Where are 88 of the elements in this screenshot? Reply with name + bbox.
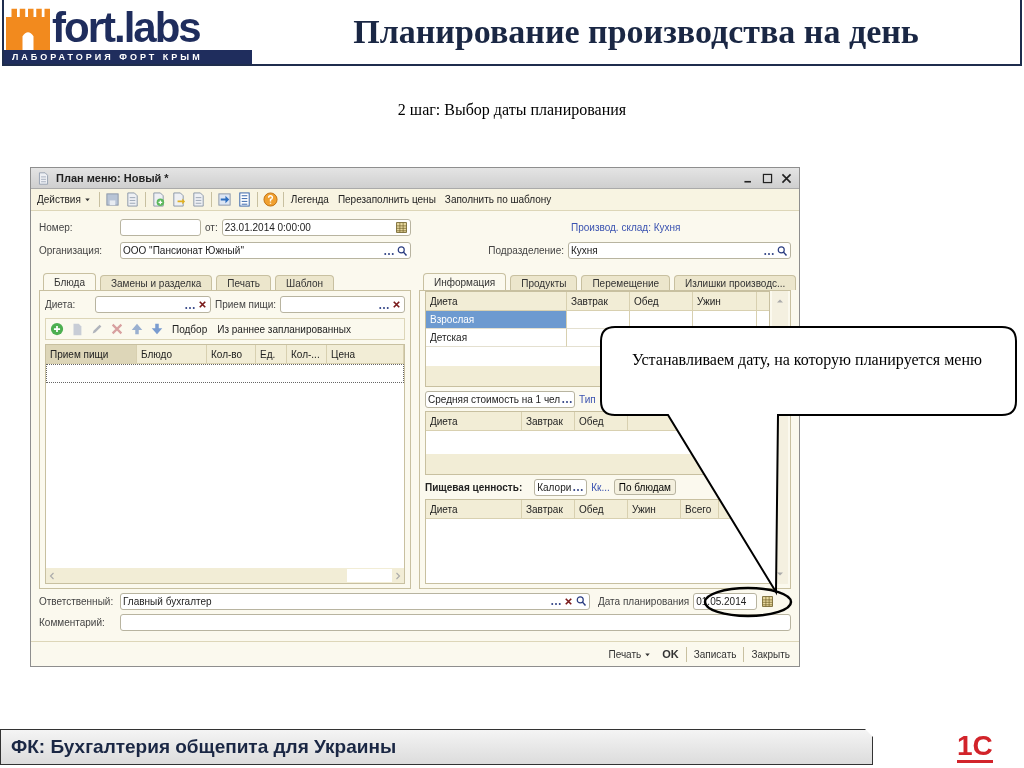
nutrition-select[interactable]: Калори	[534, 478, 588, 496]
column-header[interactable]: Обед	[630, 292, 693, 310]
tab[interactable]: Печать	[216, 275, 272, 290]
horizontal-scrollbar[interactable]	[46, 568, 404, 583]
field-label: Дата планирования	[598, 595, 690, 607]
column-header[interactable]: Цена	[327, 345, 404, 363]
column-header[interactable]: Диета	[426, 500, 522, 518]
list-icon[interactable]	[236, 192, 252, 207]
clear-icon[interactable]	[197, 299, 208, 310]
add-icon[interactable]	[50, 322, 64, 336]
maximize-icon[interactable]	[761, 171, 774, 185]
meal-field[interactable]	[280, 296, 405, 313]
column-header[interactable]: Завтрак	[522, 412, 575, 430]
caret-icon	[82, 195, 92, 204]
actions-menu-button[interactable]: Действия	[35, 194, 94, 205]
toolbar-button[interactable]: Подбор	[170, 323, 210, 335]
tab[interactable]: Информация	[423, 273, 507, 290]
number-field[interactable]	[120, 219, 201, 236]
responsible-field[interactable]: Главный бухгалтер	[120, 592, 590, 610]
down-arrow-icon[interactable]	[150, 322, 164, 336]
by-dishes-button[interactable]: По блюдам	[613, 479, 676, 495]
search-icon[interactable]	[575, 595, 587, 607]
diet-field[interactable]	[95, 296, 211, 313]
field-label: Номер:	[39, 222, 74, 233]
organization-field[interactable]: ООО "Пансионат Южный"	[120, 242, 411, 259]
tab[interactable]: Продукты	[510, 275, 578, 290]
slide-title: Планирование производства на день	[352, 13, 920, 51]
field-label: Организация:	[39, 245, 104, 256]
clear-icon[interactable]	[391, 299, 402, 310]
tab[interactable]: Блюда	[43, 273, 96, 290]
field-label: Диета:	[45, 299, 77, 310]
column-header[interactable]: Диета	[426, 292, 567, 310]
date-field[interactable]: 23.01.2014 0:00:00	[221, 219, 411, 236]
footer-button[interactable]: Печать	[605, 648, 656, 660]
column-header[interactable]: Завтрак	[522, 500, 575, 518]
callout-text: Устанавливаем дату, на которую планируется меню	[631, 350, 983, 370]
step-caption: 2 шаг: Выбор даты планирования	[397, 101, 627, 118]
column-header[interactable]: Прием пищи	[46, 345, 137, 363]
column-header[interactable]: Кол-...	[287, 345, 327, 363]
field-label: от:	[205, 222, 218, 233]
column-header[interactable]: Диета	[426, 412, 522, 430]
comment-field[interactable]	[120, 613, 791, 631]
toolbar-button[interactable]: Легенда	[288, 194, 331, 205]
nutrition-label: Пищевая ценность:	[425, 481, 523, 493]
toolbar-button[interactable]: Из раннее запланированных	[215, 323, 354, 335]
close-icon[interactable]	[780, 171, 793, 185]
column-header[interactable]: Блюдо	[137, 345, 207, 363]
table-cell[interactable]: Детская	[426, 329, 567, 347]
toolbar-button[interactable]: Перезаполнить цены	[335, 194, 438, 205]
castle-icon	[6, 6, 50, 50]
footer-button[interactable]: Закрыть	[748, 648, 793, 660]
scrollbar-thumb[interactable]	[347, 569, 392, 582]
logo-wordmark: fort.labs	[52, 6, 200, 50]
column-header[interactable]: Кол-во	[207, 345, 256, 363]
cost-select[interactable]: Средняя стоимость на 1 чел	[425, 390, 575, 408]
search-icon[interactable]	[396, 244, 408, 257]
window-title: План меню: Новый *	[56, 172, 169, 184]
calendar-icon[interactable]	[395, 221, 408, 234]
logo: 1С	[957, 731, 993, 763]
tab[interactable]: Излишки производс...	[674, 275, 797, 290]
tab[interactable]: Перемещение	[581, 275, 671, 290]
type-link[interactable]: Тип	[579, 393, 596, 405]
document-icon	[37, 171, 50, 185]
field-label: Прием пищи:	[215, 299, 277, 310]
logo-tagline: ЛАБОРАТОРИЯ ФОРТ КРЫМ	[4, 50, 252, 64]
footer-button[interactable]: Записать	[690, 648, 740, 660]
tab[interactable]: Замены и разделка	[99, 275, 213, 290]
clear-icon[interactable]	[563, 595, 574, 607]
unit-link[interactable]: Кк...	[591, 481, 610, 493]
new-document-icon[interactable]	[150, 192, 166, 207]
column-header[interactable]: Обед	[575, 500, 628, 518]
column-header[interactable]: Ужин	[628, 500, 681, 518]
toolbar-button[interactable]: Заполнить по шаблону	[442, 194, 554, 205]
field-label: Подразделение:	[487, 245, 564, 256]
calendar-icon[interactable]	[761, 594, 775, 608]
department-field[interactable]: Кухня	[568, 242, 791, 259]
search-icon[interactable]	[776, 244, 788, 257]
tab[interactable]: Шаблон	[275, 275, 335, 290]
column-header[interactable]: Завтрак	[567, 292, 630, 310]
field-label: Комментарий:	[39, 616, 106, 628]
warehouse-link[interactable]: Производ. склад: Кухня	[571, 222, 681, 233]
footer-button[interactable]: OK	[659, 648, 682, 660]
column-header[interactable]: Ужин	[693, 292, 757, 310]
help-icon[interactable]	[262, 192, 278, 207]
column-header[interactable]: Ед.	[256, 345, 287, 363]
new-row[interactable]	[46, 364, 404, 383]
field-label: Ответственный:	[39, 595, 115, 607]
footer-title: ФК: Бухгалтерия общепита для Украины	[11, 736, 397, 758]
